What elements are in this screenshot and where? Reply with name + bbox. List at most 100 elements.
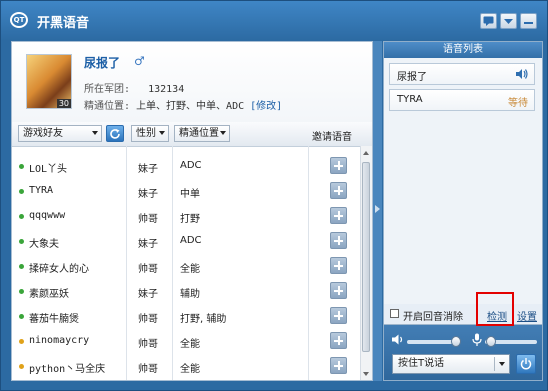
app-window: QT 开黑语音 30 尿报了 ♂ 所在军团: 132134 精通位置: 上单、打… <box>0 0 548 391</box>
online-status-icon <box>19 314 24 319</box>
away-status-icon <box>19 339 24 344</box>
minimize-icon[interactable] <box>520 13 537 29</box>
team-label: 所在军团: <box>84 84 131 95</box>
position-filter-dropdown[interactable]: 精通位置 <box>174 125 230 142</box>
chevron-down-icon <box>92 131 98 135</box>
speaker-volume-icon <box>392 334 404 348</box>
scroll-up-icon[interactable] <box>363 151 369 155</box>
friend-position: 中单 <box>180 189 200 200</box>
voice-list-panel: 语音列表 尿报了 TYRA 等待 开启回音消除 检测 设置 按住T说话 <box>383 41 543 381</box>
profile-card: 30 尿报了 ♂ 所在军团: 132134 精通位置: 上单、打野、中单、ADC… <box>12 42 372 123</box>
friend-name: 蕃茄牛腩煲 <box>29 314 79 325</box>
friend-row[interactable]: 大象夫 妹子 ADC <box>12 229 360 254</box>
online-status-icon <box>19 214 24 219</box>
team-value: 132134 <box>148 84 185 95</box>
push-to-talk-label: 按住T说话 <box>398 358 445 369</box>
friends-filter-dropdown[interactable]: 游戏好友 <box>18 125 102 142</box>
settings-link[interactable]: 设置 <box>517 308 537 323</box>
select-divider <box>494 357 495 371</box>
microphone-volume-knob[interactable] <box>486 336 496 347</box>
voice-controls: 开启回音消除 检测 设置 按住T说话 <box>384 292 542 380</box>
invite-plus-button[interactable] <box>330 207 347 224</box>
friends-scrollbar[interactable] <box>360 146 372 380</box>
friends-table-header: 游戏好友 性别 精通位置 邀请语音 <box>12 122 372 147</box>
collapse-arrow-icon[interactable] <box>375 205 380 213</box>
friend-row[interactable]: ninomaycry 帅哥 全能 <box>12 329 360 354</box>
online-status-icon <box>19 239 24 244</box>
friends-filter-label: 游戏好友 <box>23 128 63 139</box>
invite-plus-button[interactable] <box>330 357 347 374</box>
chevron-down-icon <box>159 131 165 135</box>
app-title: 开黑语音 <box>37 16 90 31</box>
friend-name: 大象夫 <box>29 239 59 250</box>
invite-plus-button[interactable] <box>330 332 347 349</box>
invite-plus-button[interactable] <box>330 282 347 299</box>
friend-row[interactable]: 蕃茄牛腩煲 帅哥 打野, 辅助 <box>12 304 360 329</box>
scroll-down-icon[interactable] <box>363 372 369 376</box>
echo-cancel-checkbox[interactable] <box>390 309 399 318</box>
invite-column-header: 邀请语音 <box>312 132 352 143</box>
friend-position: ADC <box>180 160 202 171</box>
friend-gender: 帅哥 <box>138 339 158 350</box>
friend-gender: 妹子 <box>138 289 158 300</box>
speaker-volume-knob[interactable] <box>451 336 461 347</box>
voice-member[interactable]: 尿报了 <box>389 63 535 85</box>
friend-row[interactable]: 揉碎女人的心 帅哥 全能 <box>12 254 360 279</box>
speaker-volume-slider[interactable] <box>407 336 461 347</box>
menu-dropdown-icon[interactable] <box>500 13 517 29</box>
title-bar: QT 开黑语音 <box>1 1 547 39</box>
edit-position-link[interactable]: [修改] <box>250 101 282 112</box>
gender-filter-dropdown[interactable]: 性别 <box>131 125 169 142</box>
friend-row[interactable]: 素颜巫妖 妹子 辅助 <box>12 279 360 304</box>
friend-position: 全能 <box>180 364 200 375</box>
invite-plus-button[interactable] <box>330 157 347 174</box>
friend-gender: 帅哥 <box>138 214 158 225</box>
scroll-thumb[interactable] <box>362 162 370 352</box>
invite-plus-button[interactable] <box>330 307 347 324</box>
friend-gender: 帅哥 <box>138 314 158 325</box>
level-badge: 30 <box>56 99 71 108</box>
power-button[interactable] <box>516 354 536 374</box>
app-logo-icon: QT <box>10 12 28 28</box>
online-status-icon <box>19 264 24 269</box>
voice-member-name: TYRA <box>397 94 423 105</box>
online-status-icon <box>19 164 24 169</box>
friend-position: 全能 <box>180 339 200 350</box>
echo-cancel-label: 开启回音消除 <box>403 312 463 323</box>
highlight-box <box>476 292 514 326</box>
friend-row[interactable]: LOL丫头 妹子 ADC <box>12 154 360 179</box>
invite-plus-button[interactable] <box>330 257 347 274</box>
friend-row[interactable]: qqqwww 帅哥 打野 <box>12 204 360 229</box>
push-to-talk-select[interactable]: 按住T说话 <box>392 354 510 374</box>
friend-name: python丶马全庆 <box>29 364 106 375</box>
profile-name[interactable]: 尿报了 <box>84 54 120 71</box>
chevron-down-icon <box>220 131 226 135</box>
friend-gender: 妹子 <box>138 239 158 250</box>
avatar: 30 <box>26 54 72 109</box>
friend-name: 揉碎女人的心 <box>29 264 89 275</box>
voice-member[interactable]: TYRA 等待 <box>389 89 535 111</box>
speaker-icon <box>516 69 528 82</box>
friend-gender: 妹子 <box>138 189 158 200</box>
friend-position: 辅助 <box>180 289 200 300</box>
friend-gender: 妹子 <box>138 164 158 175</box>
team-line: 所在军团: 132134 <box>84 80 184 95</box>
male-gender-icon: ♂ <box>134 54 145 68</box>
chat-icon[interactable] <box>480 13 497 29</box>
position-filter-label: 精通位置 <box>179 128 219 139</box>
invite-plus-button[interactable] <box>330 232 347 249</box>
microphone-volume-slider[interactable] <box>485 336 537 347</box>
panel-splitter[interactable] <box>373 41 382 381</box>
voice-member-status: 等待 <box>508 98 528 109</box>
friend-row[interactable]: python丶马全庆 帅哥 全能 <box>12 354 360 379</box>
online-status-icon <box>19 189 24 194</box>
friend-name: TYRA <box>29 185 54 196</box>
position-line: 精通位置: 上单、打野、中单、ADC [修改] <box>84 97 282 112</box>
friend-name: 素颜巫妖 <box>29 289 69 300</box>
invite-plus-button[interactable] <box>330 182 347 199</box>
friend-row[interactable]: TYRA 妹子 中单 <box>12 179 360 204</box>
position-label: 精通位置: <box>84 101 131 112</box>
friend-position: 打野, 辅助 <box>180 314 227 325</box>
refresh-button[interactable] <box>106 125 124 142</box>
echo-settings-row: 开启回音消除 检测 设置 <box>384 292 542 326</box>
